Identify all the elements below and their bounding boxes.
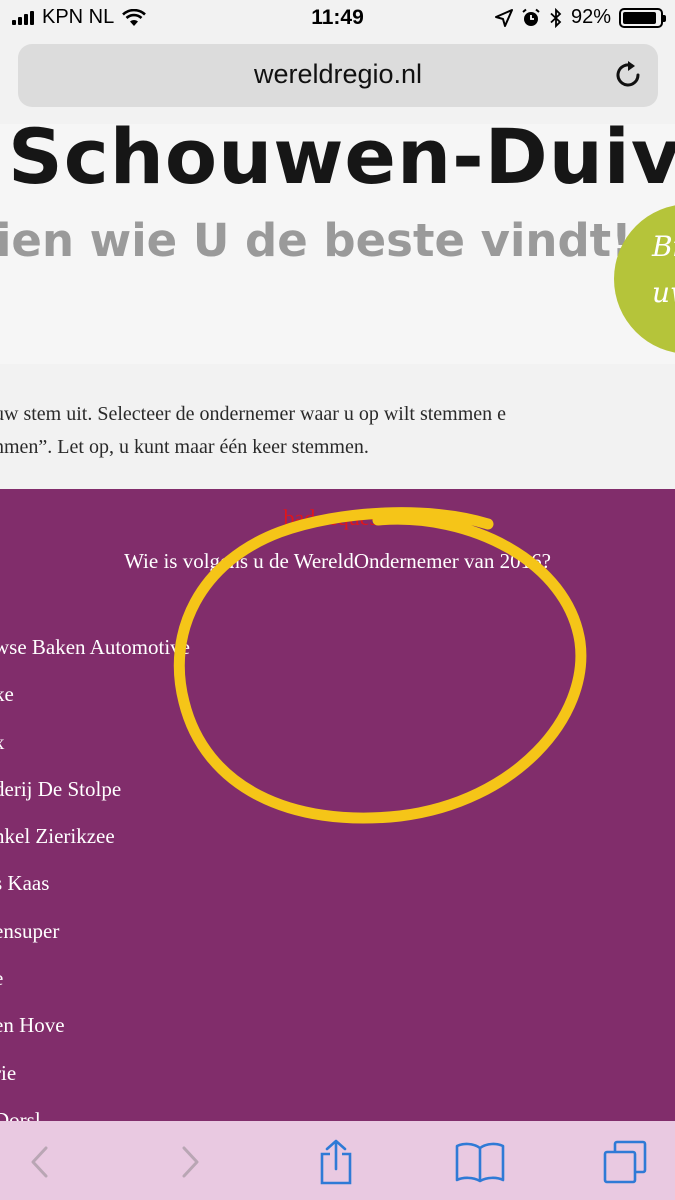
candidate-option[interactable]: Dorsl	[0, 1108, 190, 1121]
tabs-icon	[603, 1140, 647, 1184]
share-button[interactable]	[311, 1139, 361, 1185]
hero-subtitle: ien wie U de beste vindt!	[0, 214, 632, 267]
badge-text-line1: Bi	[652, 230, 675, 263]
address-bar[interactable]: wereldregio.nl	[18, 44, 658, 107]
tabs-button[interactable]	[600, 1139, 650, 1185]
bookmarks-icon	[455, 1142, 505, 1183]
candidate-option[interactable]: en Hove	[0, 1013, 190, 1060]
intro-text: uw stem uit. Selecteer de ondernemer waa…	[0, 398, 506, 464]
bluetooth-icon	[550, 7, 562, 28]
vote-question: Wie is volgens u de WereldOndernemer van…	[124, 549, 551, 573]
intro-line-1: uw stem uit. Selecteer de ondernemer waa…	[0, 403, 507, 425]
candidate-option[interactable]: x	[0, 730, 190, 777]
hero-banner: Schouwen-Duivel ien wie U de beste vindt…	[0, 124, 675, 364]
intro-section: uw stem uit. Selecteer de ondernemer waa…	[0, 364, 675, 489]
alarm-icon	[522, 8, 540, 26]
error-message: bad request!	[283, 505, 392, 530]
badge-text-line2: uw	[652, 276, 675, 309]
candidate-option[interactable]: s Kaas	[0, 871, 190, 918]
candidate-option[interactable]: ke	[0, 682, 190, 729]
url-text[interactable]: wereldregio.nl	[18, 59, 658, 90]
candidate-option[interactable]: derij De Stolpe	[0, 777, 190, 824]
hero-title: Schouwen-Duivel	[8, 124, 675, 201]
battery-icon	[619, 7, 666, 28]
bookmarks-button[interactable]	[455, 1139, 505, 1185]
forward-icon	[182, 1146, 199, 1178]
status-bar: KPN NL 11:49 92%	[0, 0, 675, 38]
candidate-option[interactable]: nkel Zierikzee	[0, 824, 190, 871]
back-button[interactable]	[15, 1139, 65, 1185]
battery-level	[623, 11, 657, 24]
candidate-option[interactable]: e	[0, 966, 190, 1013]
vote-section: bad request! Wie is volgens u de WereldO…	[0, 489, 675, 1121]
web-content: Schouwen-Duivel ien wie U de beste vindt…	[0, 124, 675, 1121]
candidate-option[interactable]: rie	[0, 1061, 190, 1108]
candidate-option[interactable]: ensuper	[0, 919, 190, 966]
location-icon	[494, 8, 513, 27]
reload-icon[interactable]	[612, 59, 644, 91]
intro-line-2: nmen”. Let op, u kunt maar één keer stem…	[0, 436, 369, 458]
battery-percent: 92%	[570, 6, 611, 28]
status-right: 92%	[494, 6, 666, 29]
forward-button[interactable]	[165, 1139, 215, 1185]
candidate-option[interactable]: wse Baken Automotive	[0, 635, 190, 682]
candidate-list: wse Baken Automotivekexderij De Stolpenk…	[0, 635, 190, 1121]
safari-toolbar	[0, 1121, 675, 1200]
back-icon	[31, 1146, 48, 1178]
share-icon	[320, 1139, 352, 1185]
